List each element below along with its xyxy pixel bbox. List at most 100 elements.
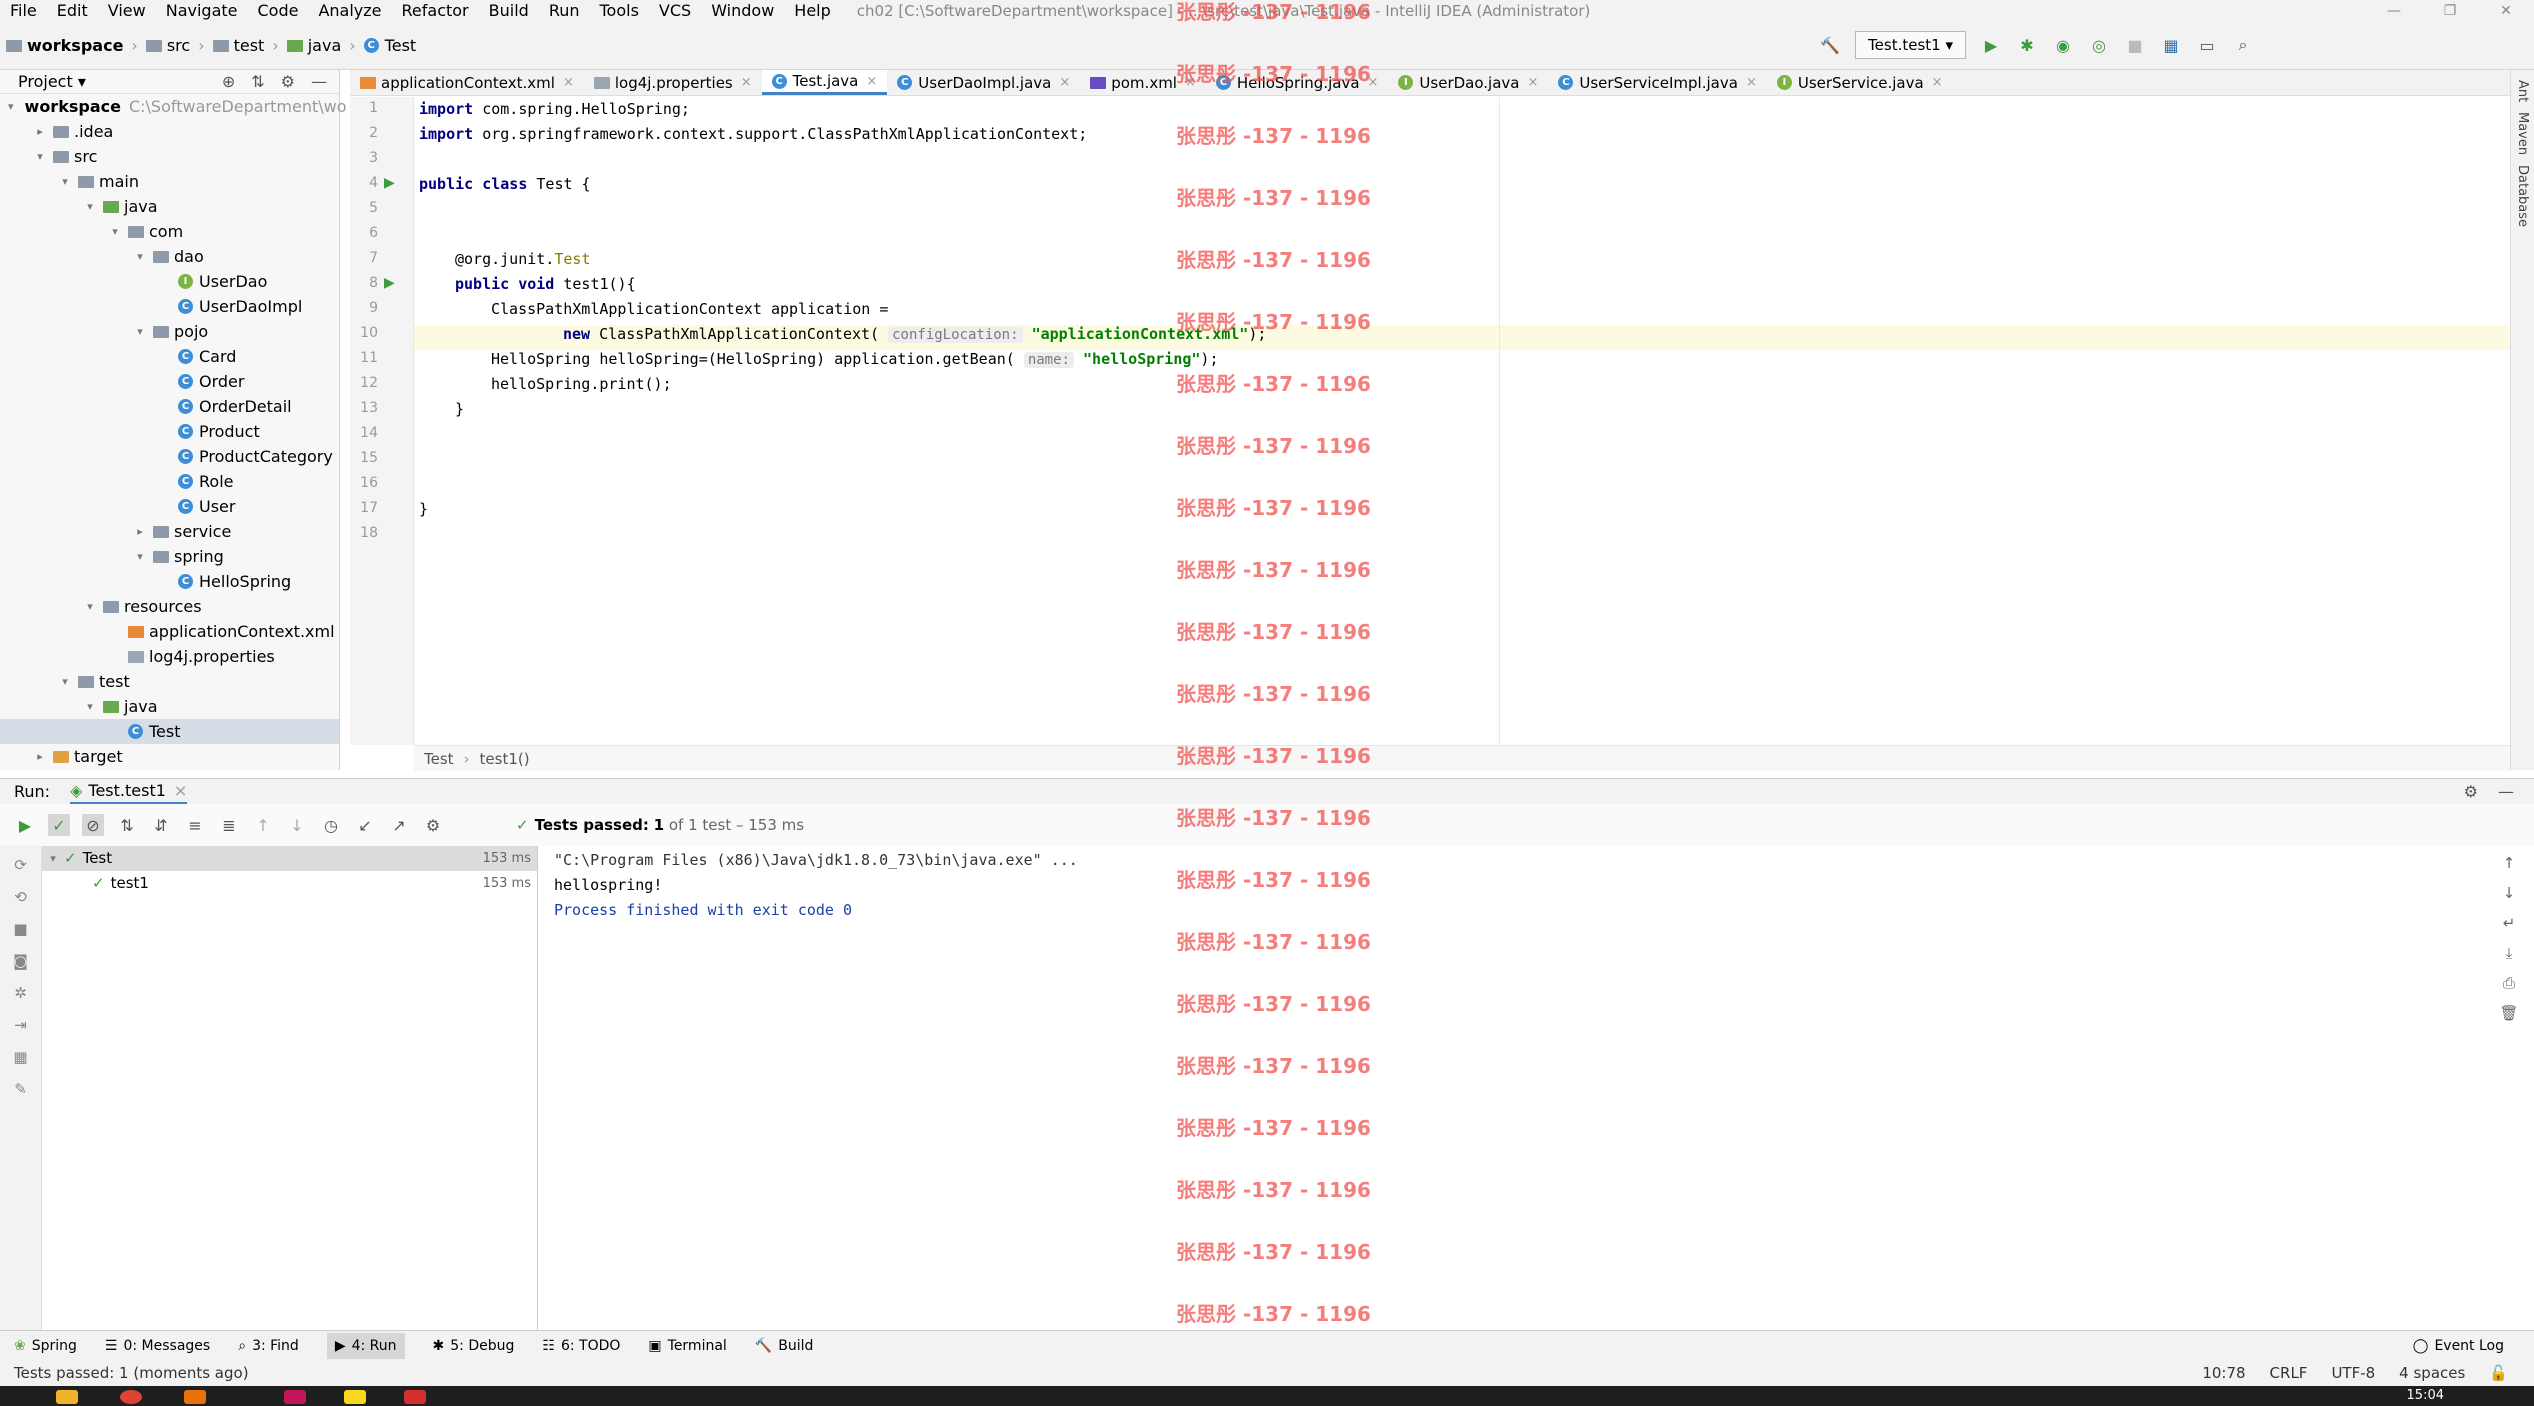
chevron-down-icon[interactable]: ▾ <box>58 669 72 694</box>
editor-tab[interactable]: I UserService.java × <box>1767 70 1953 95</box>
editor-crumb-class[interactable]: Test <box>424 750 454 768</box>
run-gutter-icon[interactable]: ▶ <box>384 175 395 191</box>
history-icon[interactable]: ◷ <box>320 814 342 836</box>
menu-navigate[interactable]: Navigate <box>156 0 248 22</box>
tree-item[interactable]: ▸ .idea <box>0 119 339 144</box>
gear-icon[interactable]: ⚙ <box>422 814 444 836</box>
scroll-down-icon[interactable]: ↓ <box>2503 884 2516 902</box>
tree-item[interactable]: C Order <box>0 369 339 394</box>
tool-build[interactable]: 🔨 Build <box>755 1338 814 1354</box>
tool-spring[interactable]: ❀ Spring <box>14 1338 77 1354</box>
chevron-right-icon[interactable]: ▸ <box>33 744 47 769</box>
close-icon[interactable]: × <box>174 781 187 800</box>
caret-position[interactable]: 10:78 <box>2202 1364 2245 1382</box>
tree-item[interactable]: ▾ main <box>0 169 339 194</box>
tree-item[interactable]: ▾ pojo <box>0 319 339 344</box>
tool-debug[interactable]: ✱ 5: Debug <box>433 1338 515 1354</box>
indent-setting[interactable]: 4 spaces <box>2399 1364 2465 1382</box>
import-tests-icon[interactable]: ↙ <box>354 814 376 836</box>
rerun-failed-icon[interactable]: ⟳ <box>14 856 27 874</box>
tree-item[interactable]: I UserDao <box>0 269 339 294</box>
close-icon[interactable]: × <box>1932 75 1943 90</box>
scroll-up-icon[interactable]: ↑ <box>2503 854 2516 872</box>
hide-icon[interactable]: — <box>311 72 327 91</box>
menu-help[interactable]: Help <box>784 0 840 22</box>
close-icon[interactable]: × <box>563 75 574 90</box>
menu-tools[interactable]: Tools <box>590 0 649 22</box>
tree-item[interactable]: C OrderDetail <box>0 394 339 419</box>
breadcrumb-test-class[interactable]: Test <box>385 36 417 55</box>
menu-window[interactable]: Window <box>701 0 784 22</box>
editor-tab[interactable]: C UserServiceImpl.java × <box>1548 70 1766 95</box>
tree-item[interactable]: ▾ com <box>0 219 339 244</box>
chevron-down-icon[interactable]: ▾ <box>108 219 122 244</box>
code-editor[interactable]: import com.spring.HelloSpring; import or… <box>414 97 2514 745</box>
status-message[interactable]: Tests passed: 1 (moments ago) <box>14 1364 249 1382</box>
editor-tab[interactable]: I UserDao.java × <box>1388 70 1548 95</box>
print-icon[interactable]: ⎙ <box>2503 974 2515 992</box>
breadcrumb-test[interactable]: test <box>234 36 265 55</box>
ant-tool-tab[interactable]: Ant <box>2515 80 2530 102</box>
tool-terminal[interactable]: ▣ Terminal <box>648 1338 726 1354</box>
tree-item[interactable]: log4j.properties <box>0 644 339 669</box>
breadcrumb-java[interactable]: java <box>308 36 342 55</box>
pin-icon[interactable]: ✎ <box>14 1080 27 1098</box>
editor-tab[interactable]: C Test.java × <box>761 70 888 95</box>
tree-item[interactable]: ▾ spring <box>0 544 339 569</box>
tree-item[interactable]: ▾ resources <box>0 594 339 619</box>
menu-view[interactable]: View <box>98 0 156 22</box>
tree-item[interactable]: ▾ dao <box>0 244 339 269</box>
tool-run[interactable]: ▶ 4: Run <box>326 1332 405 1359</box>
collapse-all-icon[interactable]: ⇅ <box>251 72 264 91</box>
prev-test-icon[interactable]: ↑ <box>252 814 274 836</box>
menu-analyze[interactable]: Analyze <box>308 0 391 22</box>
test-row[interactable]: ✓ test1 153 ms <box>42 871 537 896</box>
gear-icon[interactable]: ⚙ <box>2464 782 2478 801</box>
tree-item[interactable]: ▾ test <box>0 669 339 694</box>
chevron-right-icon[interactable]: ▸ <box>133 519 147 544</box>
menu-run[interactable]: Run <box>539 0 590 22</box>
editor-tab[interactable]: log4j.properties × <box>584 70 762 95</box>
restore-icon[interactable]: ❐ <box>2422 0 2478 22</box>
search-icon[interactable]: ⌕ <box>2232 34 2254 56</box>
editor-tab[interactable]: applicationContext.xml × <box>350 70 584 95</box>
explorer-icon[interactable] <box>56 1390 78 1404</box>
stop-icon[interactable]: ■ <box>13 920 27 938</box>
app-icon[interactable] <box>184 1390 206 1404</box>
app-icon[interactable] <box>404 1390 426 1404</box>
tool-todo[interactable]: ☷ 6: TODO <box>542 1338 620 1354</box>
exit-icon[interactable]: ⇥ <box>14 1016 27 1034</box>
close-icon[interactable]: ✕ <box>2478 0 2534 22</box>
intellij-icon[interactable] <box>284 1390 306 1404</box>
show-passed-icon[interactable]: ✓ <box>48 814 70 836</box>
gear-icon[interactable]: ⚙ <box>281 72 295 91</box>
layout-icon[interactable]: ▦ <box>13 1048 27 1066</box>
chevron-down-icon[interactable]: ▾ <box>83 194 97 219</box>
trash-icon[interactable]: 🗑 <box>2499 1004 2518 1022</box>
chevron-down-icon[interactable]: ▾ <box>83 694 97 719</box>
console-output[interactable]: "C:\Program Files (x86)\Java\jdk1.8.0_73… <box>540 846 2480 1330</box>
tree-item[interactable]: C UserDaoImpl <box>0 294 339 319</box>
tool-messages[interactable]: ☰ 0: Messages <box>105 1338 210 1354</box>
build-hammer-icon[interactable]: 🔨 <box>1819 34 1841 56</box>
run-gutter-icon[interactable]: ▶ <box>384 275 395 291</box>
sort-duration-icon[interactable]: ⇵ <box>150 814 172 836</box>
tree-item[interactable]: C User <box>0 494 339 519</box>
show-ignored-icon[interactable]: ⊘ <box>82 814 104 836</box>
camera-icon[interactable]: ◙ <box>13 952 28 970</box>
line-separator[interactable]: CRLF <box>2270 1364 2308 1382</box>
database-tool-tab[interactable]: Database <box>2515 165 2530 227</box>
close-icon[interactable]: × <box>1527 75 1538 90</box>
chevron-down-icon[interactable]: ▾ <box>42 846 64 871</box>
chat-icon[interactable] <box>344 1390 366 1404</box>
tree-item[interactable]: C Product <box>0 419 339 444</box>
menu-code[interactable]: Code <box>248 0 309 22</box>
profile-icon[interactable]: ◎ <box>2088 34 2110 56</box>
stop-icon[interactable]: ■ <box>2124 34 2146 56</box>
project-structure-icon[interactable]: ▦ <box>2160 34 2182 56</box>
tree-item[interactable]: ▾ java <box>0 194 339 219</box>
chrome-icon[interactable] <box>120 1390 142 1404</box>
editor-tab[interactable]: C UserDaoImpl.java × <box>887 70 1080 95</box>
chevron-down-icon[interactable]: ▾ <box>133 319 147 344</box>
project-view-select[interactable]: Project ▾ <box>18 72 86 91</box>
